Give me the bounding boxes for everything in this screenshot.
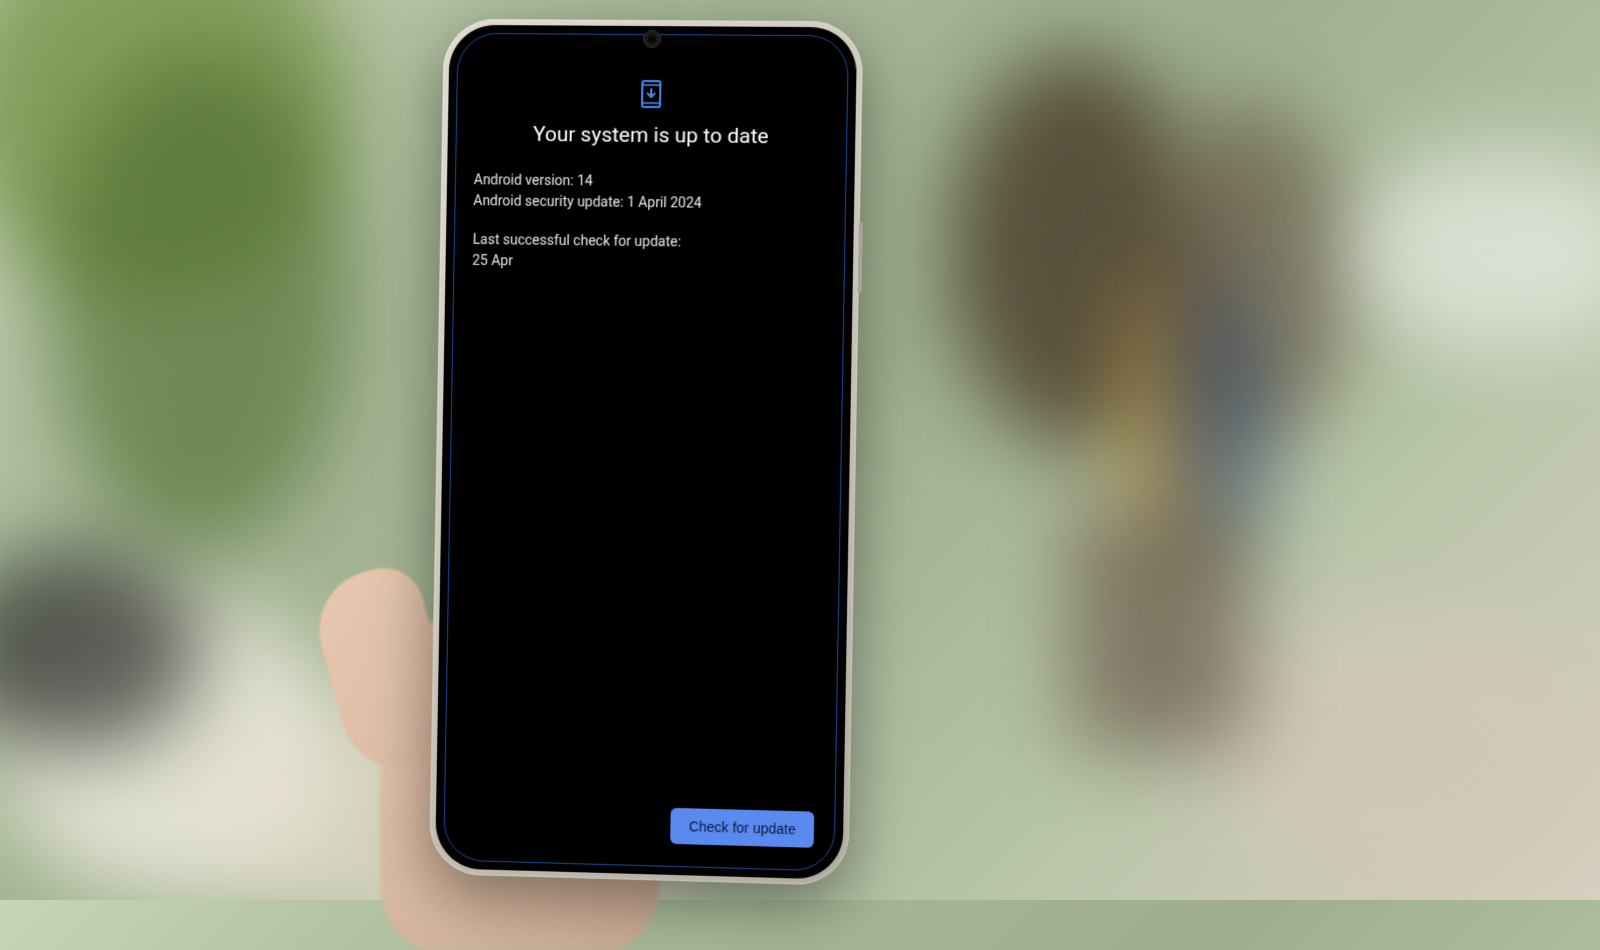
android-version-value: 14 [577, 173, 593, 189]
security-update-label: Android security update: [473, 193, 623, 211]
page-title: Your system is up to date [474, 122, 828, 149]
android-version-label: Android version: [474, 172, 574, 189]
security-update-line: Android security update: 1 April 2024 [473, 191, 827, 216]
system-update-screen: Your system is up to date Android versio… [444, 34, 848, 871]
check-for-update-button[interactable]: Check for update [670, 808, 814, 848]
security-update-value: 1 April 2024 [627, 195, 702, 212]
last-check-block: Last successful check for update: 25 Apr [472, 230, 826, 276]
last-check-label: Last successful check for update: [473, 230, 827, 255]
system-update-icon [640, 80, 663, 112]
version-info-block: Android version: 14 Android security upd… [473, 170, 827, 216]
last-check-value: 25 Apr [472, 251, 826, 276]
phone-screen: Your system is up to date Android versio… [443, 33, 849, 872]
smartphone-device: Your system is up to date Android versio… [429, 19, 863, 886]
